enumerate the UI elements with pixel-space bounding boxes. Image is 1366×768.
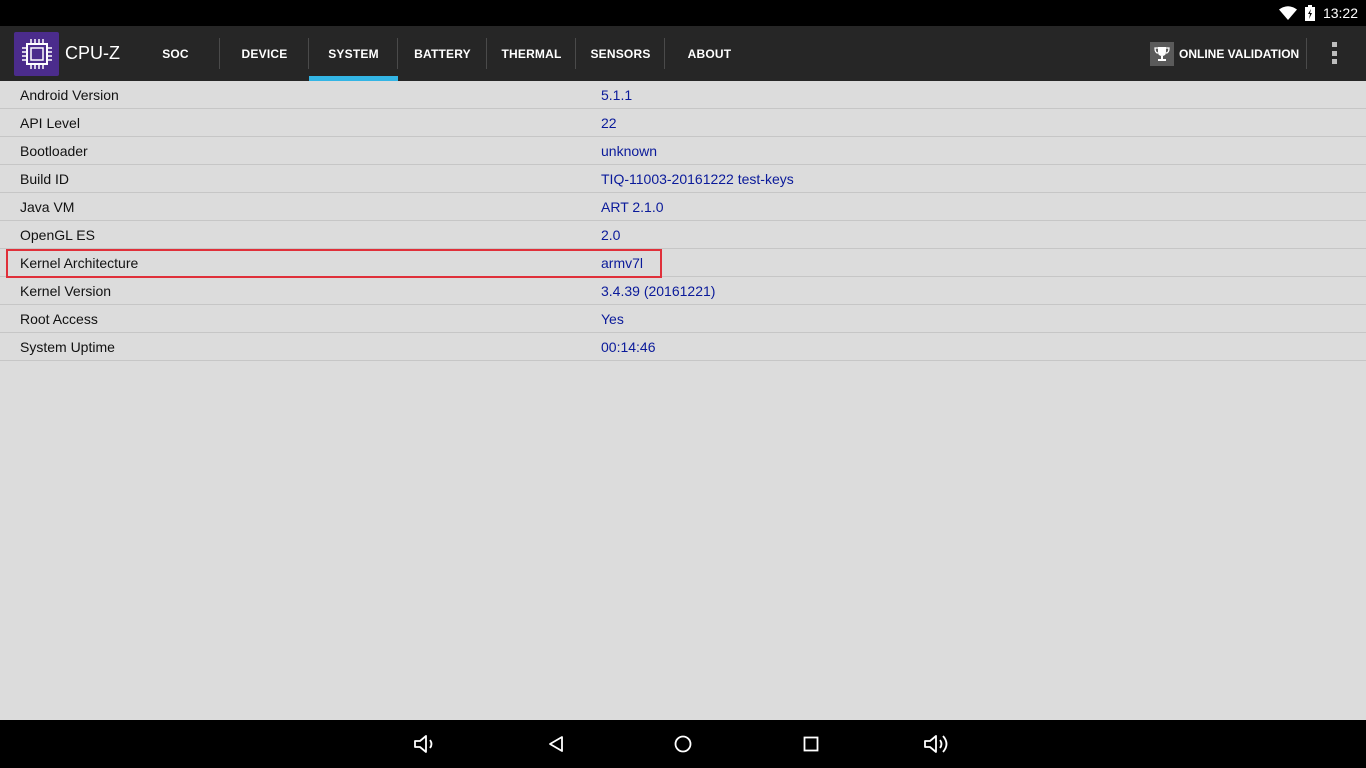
navigation-bar [0,720,1366,768]
item-value: 22 [601,115,617,131]
tab-label: BATTERY [414,46,471,61]
list-item: Root Access Yes [0,305,1366,333]
item-label: Root Access [20,311,98,327]
action-divider [1306,38,1308,69]
clock: 13:22 [1322,5,1358,21]
item-label: Kernel Version [20,283,112,299]
item-label: Build ID [20,171,70,187]
system-info-list: Android Version 5.1.1 API Level 22 Bootloa… [0,81,1366,720]
recents-icon[interactable] [796,730,826,758]
list-item: Java VM ART 2.1.0 [0,193,1366,221]
list-item: Kernel Architecture armv7l [0,249,1366,277]
home-icon[interactable] [668,730,698,758]
item-value: 00:14:46 [601,339,656,355]
item-label: OpenGL ES [20,227,95,243]
trophy-icon [1150,41,1174,66]
item-value: unknown [601,143,658,159]
status-icons: 13:22 [1278,0,1358,26]
tab-label: SYSTEM [328,46,379,61]
tab-device[interactable]: DEVICE [220,26,309,81]
item-label: Bootloader [20,143,88,159]
list-item: Build ID TIQ-11003-20161222 test-keys [0,165,1366,193]
item-label: Android Version [20,87,119,103]
more-vert-icon[interactable] [1326,40,1342,66]
tab-label: SOC [162,46,189,61]
item-value: ART 2.1.0 [601,199,664,215]
list-item: System Uptime 00:14:46 [0,333,1366,361]
item-value: Yes [601,311,624,327]
tab-thermal[interactable]: THERMAL [487,26,576,81]
item-value: 3.4.39 (20161221) [601,283,716,299]
volume-up-icon[interactable] [922,730,952,758]
item-label: Kernel Architecture [20,255,139,271]
online-validation-label: ONLINE VALIDATION [1179,46,1300,61]
menu-dot [1331,42,1337,47]
back-icon[interactable] [541,730,571,758]
list-item: OpenGL ES 2.0 [0,221,1366,249]
item-label: API Level [20,115,80,131]
menu-dot [1331,59,1337,64]
volume-down-icon[interactable] [410,730,440,758]
list-item: Bootloader unknown [0,137,1366,165]
battery-charging-icon [1304,5,1315,21]
item-value: armv7l [601,255,644,271]
tab-soc[interactable]: SOC [131,26,220,81]
tab-label: ABOUT [687,46,732,61]
app-bar: CPU-Z SOC DEVICE SYSTEM BATTERY THERMAL … [0,26,1366,81]
online-validation-button[interactable]: ONLINE VALIDATION [1150,26,1308,81]
app-title: CPU-Z [65,43,120,63]
tab-battery[interactable]: BATTERY [398,26,487,81]
tab-label: DEVICE [241,46,288,61]
tab-system[interactable]: SYSTEM [309,26,398,81]
tab-sensors[interactable]: SENSORS [576,26,665,81]
item-value: 2.0 [601,227,621,243]
item-value: TIQ-11003-20161222 test-keys [601,171,794,187]
tab-label: THERMAL [501,46,562,61]
item-label: System Uptime [20,339,115,355]
item-label: Java VM [20,199,75,215]
list-item: API Level 22 [0,109,1366,137]
cpu-z-logo-icon [14,32,59,76]
tab-bar: SOC DEVICE SYSTEM BATTERY THERMAL SENSOR… [131,26,754,81]
list-item: Kernel Version 3.4.39 (20161221) [0,277,1366,305]
list-item: Android Version 5.1.1 [0,81,1366,109]
wifi-icon [1278,6,1297,20]
status-bar: 13:22 [0,0,1366,26]
tab-label: SENSORS [590,46,651,61]
tab-about[interactable]: ABOUT [665,26,754,81]
item-value: 5.1.1 [601,87,633,103]
menu-dot [1331,50,1337,56]
